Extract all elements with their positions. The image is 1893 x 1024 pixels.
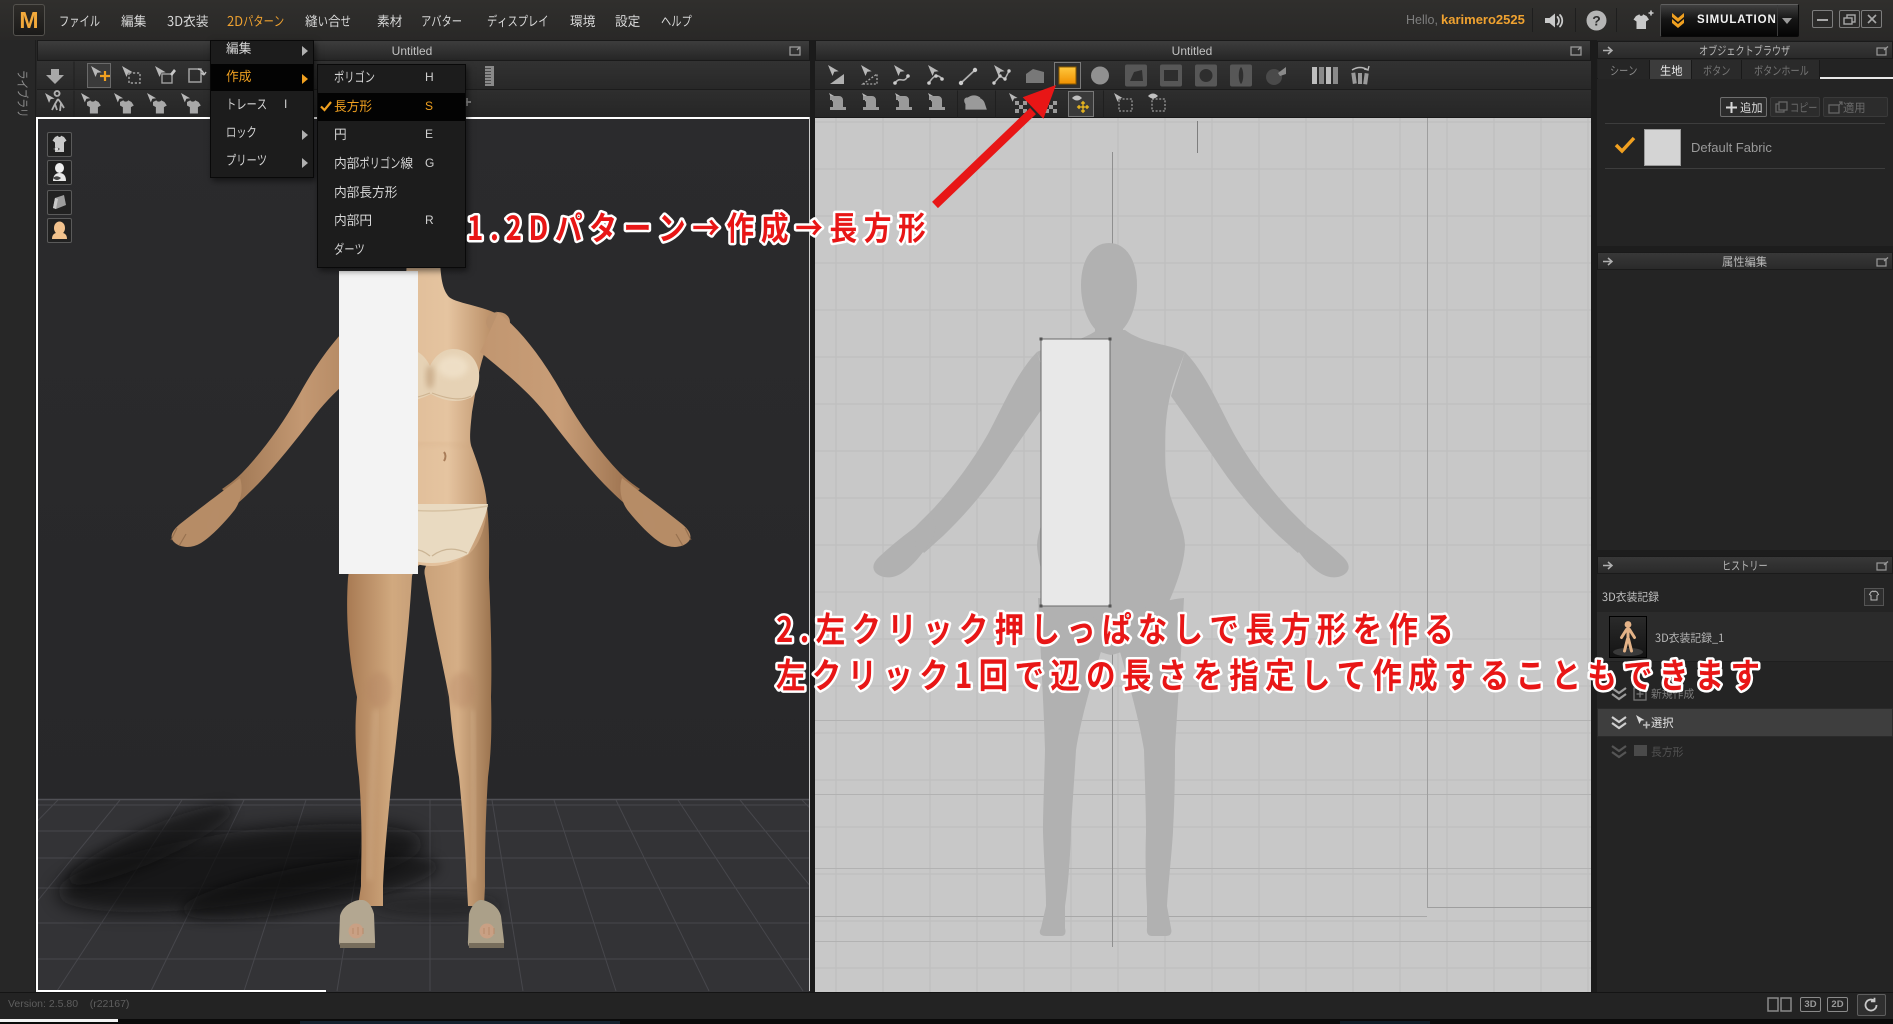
svg-text:?: ? [1592,13,1601,29]
